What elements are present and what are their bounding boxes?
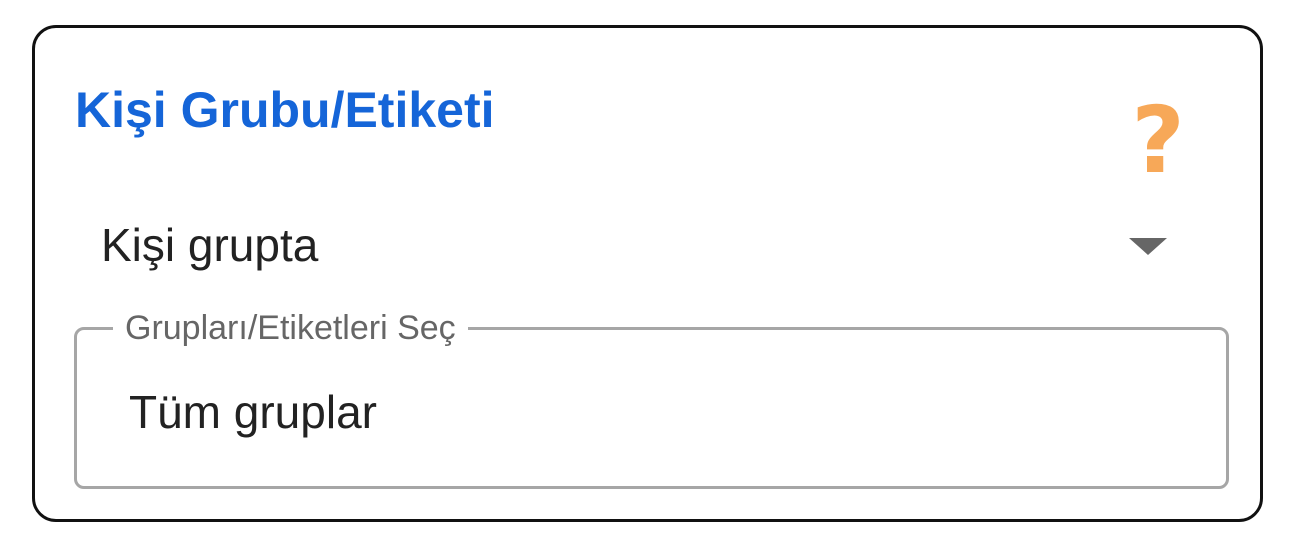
groups-tags-field-label: Grupları/Etiketleri Seç <box>113 308 468 348</box>
contact-group-tag-card: Kişi Grubu/Etiketi ? Kişi grupta Gruplar… <box>32 25 1263 522</box>
card-title: Kişi Grubu/Etiketi <box>75 82 495 138</box>
groups-tags-field[interactable]: Grupları/Etiketleri Seç Tüm gruplar <box>74 308 1229 489</box>
question-mark-icon[interactable]: ? <box>1123 91 1193 191</box>
caret-down-icon <box>1129 238 1167 255</box>
groups-tags-field-value: Tüm gruplar <box>129 386 377 438</box>
condition-select-value: Kişi grupta <box>101 219 319 271</box>
condition-select[interactable]: Kişi grupta <box>99 210 1179 280</box>
